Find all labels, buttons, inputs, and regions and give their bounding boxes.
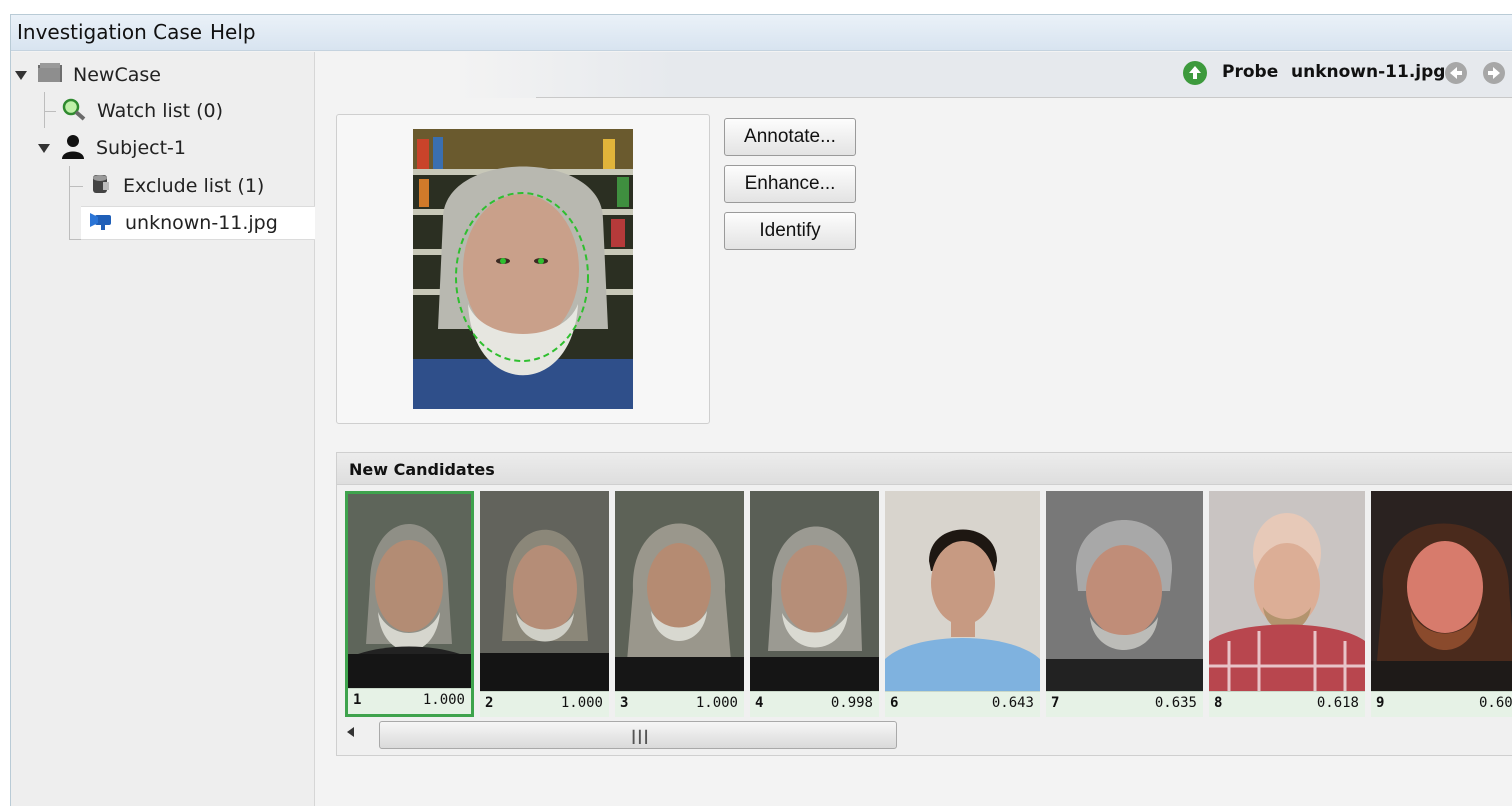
- tree-label-newcase: NewCase: [73, 64, 161, 86]
- scrollbar-thumb[interactable]: ┃┃┃: [379, 721, 897, 749]
- tree-node-subject[interactable]: Subject-1: [38, 131, 298, 165]
- candidate-score: 1.000: [422, 692, 465, 708]
- tree-connector: [44, 111, 56, 112]
- candidate-footer: 9 0.604: [1371, 691, 1512, 717]
- case-tree: NewCase Watch list (0) Subject-1 Exclude…: [11, 52, 315, 806]
- application-window: Investigation Case Help NewCase Watch li…: [10, 14, 1512, 806]
- probe-image-panel: [336, 114, 710, 424]
- menu-help[interactable]: Help: [210, 20, 256, 44]
- candidate-score: 0.604: [1479, 695, 1512, 711]
- candidate-rank: 6: [890, 695, 899, 711]
- candidate-score: 0.643: [991, 695, 1034, 711]
- candidate-card[interactable]: 7 0.635: [1046, 491, 1203, 717]
- enhance-button[interactable]: Enhance...: [724, 165, 856, 203]
- tree-label-subject: Subject-1: [96, 137, 186, 159]
- toolbar-divider: [536, 97, 1512, 98]
- candidate-footer: 6 0.643: [885, 691, 1040, 717]
- candidate-footer: 7 0.635: [1046, 691, 1203, 717]
- candidate-footer: 2 1.000: [480, 691, 609, 717]
- person-icon: [60, 133, 86, 164]
- candidates-panel: New Candidates 1 1.000 2 1.000 3 1.000 4…: [336, 452, 1512, 756]
- candidate-footer: 4 0.998: [750, 691, 879, 717]
- folder-icon: [37, 62, 63, 89]
- tree-label-unknown-image: unknown-11.jpg: [125, 212, 278, 234]
- grip-icon: ┃┃┃: [630, 730, 650, 744]
- candidate-card[interactable]: 1 1.000: [345, 491, 474, 717]
- candidate-score: 1.000: [560, 695, 603, 711]
- previous-icon[interactable]: [1444, 61, 1468, 85]
- candidate-score: 0.635: [1154, 695, 1197, 711]
- candidate-card[interactable]: 3 1.000: [615, 491, 744, 717]
- tree-connector: [69, 186, 83, 187]
- candidate-rank: 2: [485, 695, 494, 711]
- tree-node-unknown-image[interactable]: unknown-11.jpg: [81, 206, 315, 240]
- candidate-score: 0.998: [830, 695, 873, 711]
- candidates-header: New Candidates: [337, 453, 1512, 485]
- next-icon[interactable]: [1482, 61, 1506, 85]
- candidate-rank: 9: [1376, 695, 1385, 711]
- identify-button[interactable]: Identify: [724, 212, 856, 250]
- tree-label-watch-list: Watch list (0): [97, 100, 224, 122]
- candidate-rank: 3: [620, 695, 629, 711]
- candidate-card[interactable]: 8 0.618: [1209, 491, 1365, 717]
- candidate-card[interactable]: 9 0.604: [1371, 491, 1512, 717]
- camera-icon: [89, 211, 115, 236]
- candidate-rank: 7: [1051, 695, 1060, 711]
- candidate-footer: 8 0.618: [1209, 691, 1365, 717]
- tree-node-newcase[interactable]: NewCase: [15, 58, 295, 92]
- tree-label-exclude-list: Exclude list (1): [123, 175, 265, 197]
- candidate-card[interactable]: 2 1.000: [480, 491, 609, 717]
- candidate-footer: 3 1.000: [615, 691, 744, 717]
- tree-connector: [69, 166, 70, 240]
- upload-probe-icon[interactable]: [1183, 61, 1207, 85]
- probe-toolbar: Probe unknown-11.jpg: [316, 52, 1512, 98]
- candidate-rank: 8: [1214, 695, 1223, 711]
- menu-bar: Investigation Case Help: [11, 15, 1512, 51]
- tree-node-exclude-list[interactable]: Exclude list (1): [89, 169, 309, 203]
- main-panel: Probe unknown-11.jpg Annotate... Enhance…: [316, 52, 1512, 806]
- scroll-left-arrow-icon[interactable]: [347, 727, 354, 737]
- candidate-score: 0.618: [1316, 695, 1359, 711]
- tree-connector: [44, 92, 45, 128]
- expand-triangle-icon[interactable]: [38, 144, 50, 153]
- menu-investigation-case[interactable]: Investigation Case: [17, 20, 202, 44]
- candidate-card[interactable]: 4 0.998: [750, 491, 879, 717]
- expand-triangle-icon[interactable]: [15, 71, 27, 80]
- magnifier-icon: [61, 97, 87, 126]
- candidate-card[interactable]: 6 0.643: [885, 491, 1040, 717]
- candidate-rank: 1: [353, 692, 362, 708]
- probe-label: Probe: [1222, 62, 1279, 82]
- candidates-title: New Candidates: [349, 460, 495, 479]
- candidate-rank: 4: [755, 695, 764, 711]
- candidate-footer: 1 1.000: [348, 688, 471, 714]
- probe-filename: unknown-11.jpg: [1291, 62, 1446, 82]
- probe-photo: [413, 129, 633, 409]
- candidate-score: 1.000: [695, 695, 738, 711]
- candidates-scrollbar[interactable]: ┃┃┃: [343, 721, 1512, 749]
- annotate-button[interactable]: Annotate...: [724, 118, 856, 156]
- tree-node-watch-list[interactable]: Watch list (0): [61, 94, 301, 128]
- exclude-icon: [89, 172, 113, 201]
